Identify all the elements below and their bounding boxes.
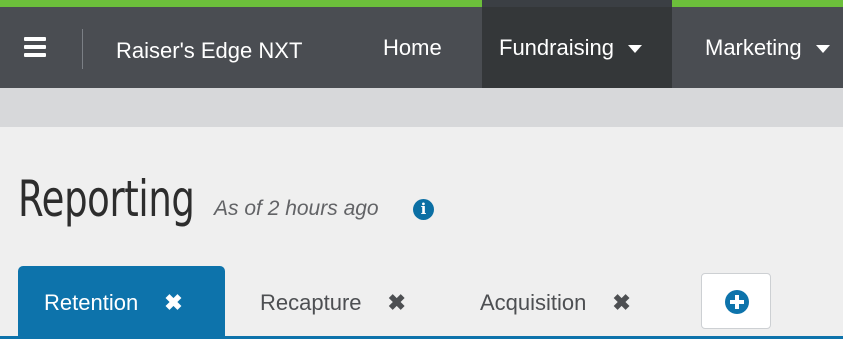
nav-item-marketing[interactable]: Marketing [705, 7, 830, 88]
active-nav-indicator [482, 0, 672, 7]
info-icon[interactable]: i [413, 199, 434, 220]
tab-label: Retention [44, 289, 139, 315]
sub-navigation-bar [0, 88, 843, 127]
top-accent-bar [0, 0, 843, 7]
add-tab-button[interactable] [701, 273, 771, 329]
tab-acquisition[interactable]: Acquisition ✖ [480, 266, 631, 339]
nav-item-home[interactable]: Home [383, 7, 442, 88]
close-icon[interactable]: ✖ [164, 290, 182, 316]
tab-recapture[interactable]: Recapture ✖ [260, 266, 406, 339]
caret-down-icon [627, 44, 642, 53]
nav-divider [82, 29, 83, 69]
tab-label: Recapture [260, 289, 362, 315]
caret-down-icon [815, 44, 830, 53]
plus-circle-icon [725, 290, 749, 314]
tab-retention[interactable]: Retention ✖ [18, 266, 225, 339]
brand-name[interactable]: Raiser's Edge NXT [116, 37, 302, 65]
last-updated-text: As of 2 hours ago [214, 197, 379, 220]
nav-item-label: Home [383, 34, 442, 60]
nav-item-label: Marketing [705, 34, 802, 60]
hamburger-menu-icon[interactable] [24, 37, 48, 57]
tab-label: Acquisition [480, 289, 587, 315]
nav-item-label: Fundraising [499, 34, 614, 60]
close-icon[interactable]: ✖ [612, 290, 630, 316]
nav-item-fundraising[interactable]: Fundraising [482, 7, 672, 88]
top-navigation-bar: Raiser's Edge NXT Home Fundraising Marke… [0, 7, 843, 88]
close-icon[interactable]: ✖ [388, 290, 406, 316]
page-title: Reporting [18, 170, 195, 228]
